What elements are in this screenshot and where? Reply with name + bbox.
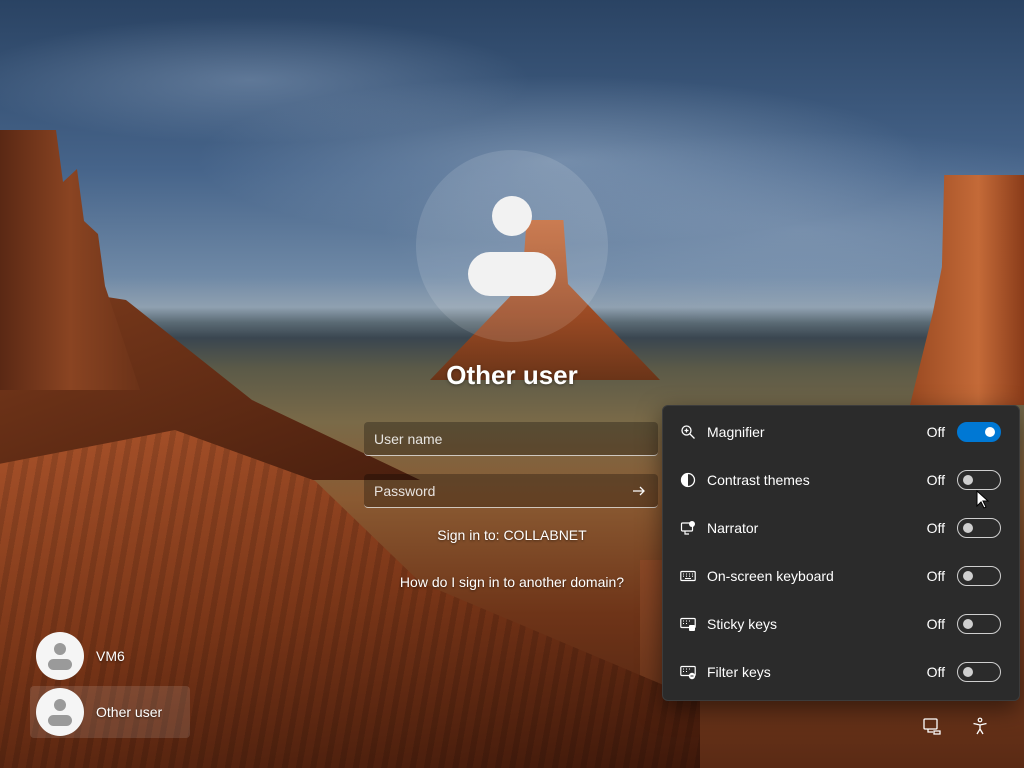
network-icon[interactable] (920, 714, 944, 738)
a11y-state: Off (926, 472, 945, 488)
a11y-state: Off (926, 520, 945, 536)
domain-help-link[interactable]: How do I sign in to another domain? (362, 574, 662, 590)
mouse-cursor-icon (976, 490, 990, 509)
a11y-state: Off (926, 568, 945, 584)
magnifier-toggle[interactable] (957, 422, 1001, 442)
avatar-body (468, 252, 556, 296)
a11y-row-contrast-themes[interactable]: Contrast themes Off (663, 456, 1019, 504)
password-input[interactable] (364, 474, 658, 507)
filter-keys-icon (679, 663, 697, 681)
a11y-label: Filter keys (707, 664, 771, 680)
accessibility-icon[interactable] (968, 714, 992, 738)
a11y-label: Contrast themes (707, 472, 810, 488)
password-field[interactable] (364, 474, 658, 508)
username-input[interactable] (364, 422, 658, 455)
a11y-row-on-screen-keyboard[interactable]: On-screen keyboard Off (663, 552, 1019, 600)
a11y-row-sticky-keys[interactable]: Sticky keys Off (663, 600, 1019, 648)
a11y-label: Narrator (707, 520, 759, 536)
sticky-keys-icon (679, 615, 697, 633)
avatar-head (492, 196, 532, 236)
a11y-state: Off (926, 664, 945, 680)
a11y-label: On-screen keyboard (707, 568, 834, 584)
on-screen-keyboard-toggle[interactable] (957, 566, 1001, 586)
a11y-state: Off (926, 424, 945, 440)
user-avatar-icon (36, 688, 84, 736)
a11y-row-filter-keys[interactable]: Filter keys Off (663, 648, 1019, 696)
magnifier-icon (679, 423, 697, 441)
a11y-row-magnifier[interactable]: Magnifier Off (663, 408, 1019, 456)
filter-keys-toggle[interactable] (957, 662, 1001, 682)
user-tile-vm6[interactable]: VM6 (30, 630, 190, 682)
username-field[interactable] (364, 422, 658, 456)
accessibility-flyout: Magnifier Off Contrast themes Off Narrat… (662, 405, 1020, 701)
sign-in-domain-text: Sign in to: COLLABNET (437, 527, 587, 543)
a11y-label: Magnifier (707, 424, 765, 440)
user-tile-label: Other user (96, 704, 163, 720)
user-tile-label: VM6 (96, 648, 125, 664)
sticky-keys-toggle[interactable] (957, 614, 1001, 634)
user-avatar-icon (36, 632, 84, 680)
contrast-icon (679, 471, 697, 489)
a11y-row-narrator[interactable]: Narrator Off (663, 504, 1019, 552)
submit-arrow-icon[interactable] (626, 478, 652, 504)
user-title: Other user (446, 360, 578, 390)
contrast-themes-toggle[interactable] (957, 470, 1001, 490)
user-tile-other-user[interactable]: Other user (30, 686, 190, 738)
a11y-state: Off (926, 616, 945, 632)
keyboard-icon (679, 567, 697, 585)
narrator-icon (679, 519, 697, 537)
user-avatar-large (416, 150, 608, 342)
a11y-label: Sticky keys (707, 616, 778, 632)
narrator-toggle[interactable] (957, 518, 1001, 538)
